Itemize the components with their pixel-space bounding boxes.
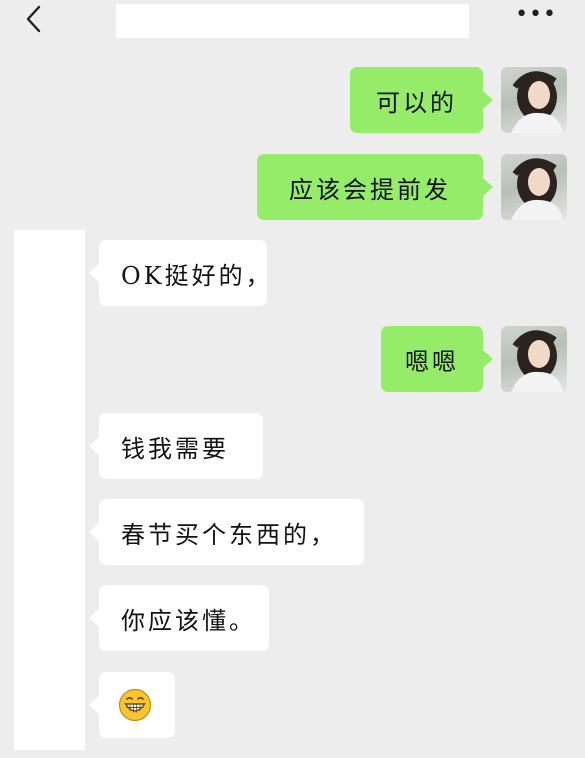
received-message-bubble[interactable]: 你应该懂。 — [89, 585, 269, 651]
sent-message-bubble[interactable]: 嗯嗯 — [381, 326, 493, 392]
received-message-bubble[interactable]: OK挺好的， — [89, 240, 270, 306]
contact-name — [116, 4, 469, 38]
sent-message-bubble[interactable]: 可以的 — [350, 67, 493, 133]
received-message-bubble[interactable]: 春节买个东西的， — [89, 499, 364, 565]
my-avatar[interactable] — [501, 67, 567, 133]
received-message-bubble[interactable]: 钱我需要 — [89, 413, 263, 479]
grinning-face-emoji — [118, 688, 152, 722]
more-options-icon[interactable]: ••• — [515, 2, 557, 32]
my-avatar[interactable] — [501, 326, 567, 392]
chat-header: ••• — [0, 0, 585, 46]
back-icon[interactable] — [20, 4, 50, 34]
sent-message-bubble[interactable]: 应该会提前发 — [257, 154, 493, 220]
redacted-avatar-area — [14, 230, 85, 750]
received-emoji-bubble[interactable] — [89, 672, 175, 738]
my-avatar[interactable] — [501, 154, 567, 220]
